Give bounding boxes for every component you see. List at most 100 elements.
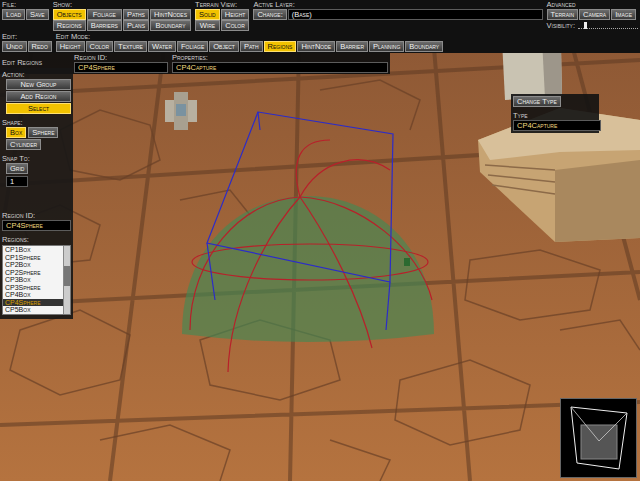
show-button[interactable]: Foliage [87, 9, 122, 20]
visibility-slider[interactable] [578, 23, 638, 29]
snap-button[interactable]: Grid [6, 163, 28, 174]
edit-button[interactable]: Undo [2, 41, 27, 52]
file-button[interactable]: Save [26, 9, 49, 20]
properties-field[interactable]: CP4Capture [172, 62, 388, 73]
region-item[interactable]: CP3Box [3, 276, 63, 284]
edit-mode-button[interactable]: Object [209, 41, 239, 52]
regions-list[interactable]: CP1BoxCP1SphereCP2BoxCP2SphereCP3BoxCP3S… [2, 245, 71, 315]
region-id-field[interactable]: CP4Sphere [74, 62, 168, 73]
advanced-button[interactable]: Terrain [547, 9, 578, 20]
region-id-group: Region ID:CP4Sphere [74, 53, 168, 73]
edit-mode-button[interactable]: HintNode [297, 41, 335, 52]
visibility-label: Visibility: [547, 21, 575, 30]
terrain-view-button[interactable]: Wire [195, 20, 220, 31]
change-layer-button[interactable]: Change: [253, 9, 286, 20]
field-label: Properties: [172, 53, 388, 62]
show-button[interactable]: Boundary [150, 20, 191, 31]
region-item[interactable]: CP4Box [3, 291, 63, 299]
slider-knob[interactable] [584, 22, 587, 29]
region-box [207, 112, 393, 330]
terrain-view-button[interactable]: Color [221, 20, 250, 31]
action-button[interactable]: Select [6, 103, 71, 114]
terrain-view-group: Terrain View:SolidHeightWireColor [195, 0, 249, 31]
edit-regions-title: Edit Regions [2, 53, 70, 67]
group-label: Show: [53, 0, 191, 9]
region-sphere [182, 196, 434, 342]
editor-screen: File:LoadSaveShow:ObjectsFoliagePathsHin… [0, 0, 640, 481]
type-field[interactable]: CP4Capture [513, 120, 601, 131]
region-item[interactable]: CP3Sphere [3, 284, 63, 292]
region-item[interactable]: CP5Box [3, 306, 63, 314]
shape-button[interactable]: Box [6, 127, 26, 138]
region-item[interactable]: CP1Sphere [3, 254, 63, 262]
file-group: File:LoadSave [2, 0, 49, 31]
show-button[interactable]: Objects [53, 9, 86, 20]
scrollbar[interactable] [63, 246, 70, 314]
active-layer-field[interactable]: (Base) [288, 9, 543, 20]
region-item[interactable]: CP4Sphere [3, 299, 63, 307]
edit-mode-button[interactable]: Boundary [405, 41, 443, 52]
edit-mode-button[interactable]: Barrier [336, 41, 368, 52]
action-label: Action: [2, 70, 71, 79]
show-button[interactable]: Regions [53, 20, 86, 31]
edit-mode-button[interactable]: Foliage [177, 41, 208, 52]
show-group: Show:ObjectsFoliagePathsHintNodes Regions… [53, 0, 191, 31]
edit-mode-button[interactable]: Height [56, 41, 85, 52]
minimap[interactable] [560, 398, 637, 478]
tile-grout [0, 0, 640, 481]
show-button[interactable]: Paths [123, 9, 149, 20]
shape-button[interactable]: Sphere [28, 127, 58, 138]
properties-group: Properties:CP4Capture [172, 53, 388, 73]
terrain-view-button[interactable]: Height [221, 9, 250, 20]
region-item[interactable]: CP2Box [3, 261, 63, 269]
tile-lines [10, 80, 640, 481]
group-label: Active Layer: [253, 0, 542, 9]
advanced-button[interactable]: Camera [579, 9, 610, 20]
show-button[interactable]: Barriers [87, 20, 122, 31]
edit-mode-button[interactable]: Water [148, 41, 176, 52]
edit-mode-button[interactable]: Regions [264, 41, 297, 52]
snap-value-field[interactable]: 1 [6, 176, 28, 187]
sidebar: Action:New GroupAdd RegionSelect Shape:Bo… [0, 68, 73, 319]
edit-mode-button[interactable]: Planning [369, 41, 404, 52]
active-layer-group: Active Layer:Change:(Base) [253, 0, 542, 31]
change-type-button[interactable]: Change Type [513, 96, 561, 107]
group-label: Advanced [547, 0, 638, 9]
file-button[interactable]: Load [2, 9, 25, 20]
show-button[interactable]: Plans [123, 20, 149, 31]
advanced-button[interactable]: Image [611, 9, 636, 20]
top-toolbar: File:LoadSaveShow:ObjectsFoliagePathsHin… [0, 0, 640, 74]
visibility-control: Visibility: [547, 21, 638, 30]
shape-button[interactable]: Cylinder [6, 139, 41, 150]
group-label: File: [2, 0, 49, 9]
region-id-label: Region ID: [2, 211, 71, 220]
edit-mode-button[interactable]: Color [86, 41, 114, 52]
edit-button[interactable]: Redo [28, 41, 52, 52]
shape-label: Shape: [2, 118, 71, 127]
region-item[interactable]: CP1Box [3, 246, 63, 254]
action-button[interactable]: New Group [6, 79, 71, 90]
edit-mode-button[interactable]: Path [240, 41, 263, 52]
field-label: Region ID: [74, 53, 168, 62]
terrain-view-button[interactable]: Solid [195, 9, 220, 20]
group-label: Terrain View: [195, 0, 249, 9]
region-sphere-wire [190, 140, 432, 372]
object-marker [404, 258, 410, 266]
snap-label: Snap To: [2, 154, 71, 163]
ground [0, 0, 640, 481]
regions-label: Regions: [2, 235, 71, 244]
scroll-thumb[interactable] [64, 266, 70, 286]
sidebar-region-id-field[interactable]: CP4Sphere [2, 220, 71, 231]
group-label: Edit Mode: [56, 32, 443, 41]
advanced-group: AdvancedTerrainCameraImage Visibility: [547, 0, 638, 31]
type-label: Type [513, 111, 528, 120]
action-button[interactable]: Add Region [6, 91, 71, 102]
minimap-view-icon [561, 399, 638, 479]
fountain [165, 92, 197, 130]
region-item[interactable]: CP2Sphere [3, 269, 63, 277]
show-button[interactable]: HintNodes [150, 9, 191, 20]
group-label: Edit: [2, 32, 52, 41]
edit-mode-group: Edit Mode:HeightColorTextureWaterFoliage… [56, 32, 443, 53]
edit-mode-button[interactable]: Texture [114, 41, 147, 52]
edit-group: Edit:UndoRedo [2, 32, 52, 53]
